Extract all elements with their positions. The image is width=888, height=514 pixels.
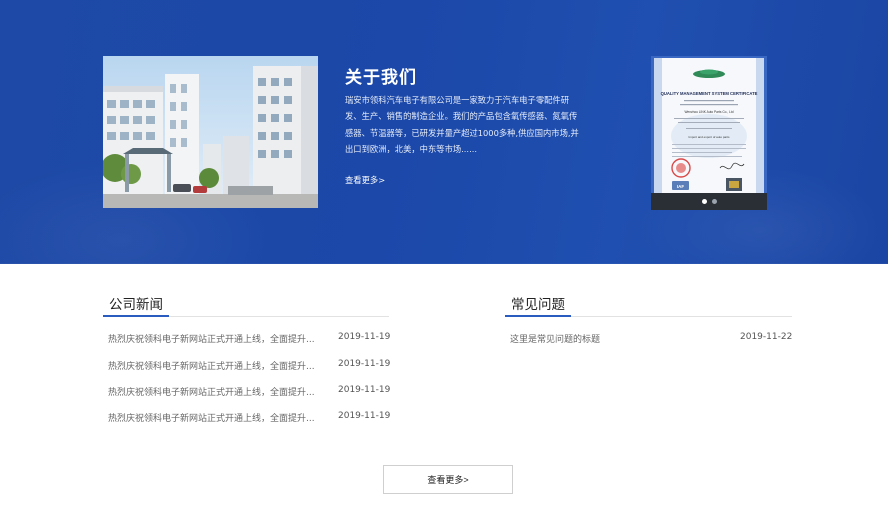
news-item[interactable]: 热烈庆祝领科电子新网站正式开通上线，全面提升... 2019-11-19 [108, 385, 390, 401]
news-item-date: 2019-11-19 [338, 359, 391, 369]
news-item-date: 2019-11-19 [338, 332, 391, 342]
news-item[interactable]: 热烈庆祝领科电子新网站正式开通上线，全面提升... 2019-11-19 [108, 359, 390, 375]
faq-item-title[interactable]: 这里是常见问题的标题 [510, 332, 600, 345]
certificate-image: QUALITY MANAGEMENT SYSTEM CERTIFICATE We… [654, 58, 764, 193]
company-building-photo [103, 56, 318, 208]
news-item-title[interactable]: 热烈庆祝领科电子新网站正式开通上线，全面提升... [108, 359, 315, 372]
about-section: 关于我们 瑞安市领科汽车电子有限公司是一家致力于汽车电子零配件研发、生产、销售的… [0, 0, 888, 264]
news-item-date: 2019-11-19 [338, 411, 391, 421]
news-item-title[interactable]: 热烈庆祝领科电子新网站正式开通上线，全面提升... [108, 332, 315, 345]
slider-pagination [651, 193, 767, 210]
about-more-link[interactable]: 查看更多> [345, 174, 385, 186]
faq-item[interactable]: 这里是常见问题的标题 2019-11-22 [510, 332, 793, 348]
news-item-title[interactable]: 热烈庆祝领科电子新网站正式开通上线，全面提升... [108, 385, 315, 398]
slider-dot[interactable] [711, 199, 717, 204]
news-item-date: 2019-11-19 [338, 385, 391, 395]
faq-section-header: 常见问题 [505, 293, 792, 317]
slider-dot-active[interactable] [701, 199, 707, 204]
certificate-heading: QUALITY MANAGEMENT SYSTEM CERTIFICATE [661, 91, 758, 96]
certificate-slider[interactable]: QUALITY MANAGEMENT SYSTEM CERTIFICATE We… [651, 56, 767, 210]
certificate-scope: Import and export of auto parts [688, 135, 730, 139]
news-item[interactable]: 热烈庆祝领科电子新网站正式开通上线，全面提升... 2019-11-19 [108, 411, 390, 427]
certificate-accreditation: IAF [677, 184, 685, 189]
news-item[interactable]: 热烈庆祝领科电子新网站正式开通上线，全面提升... 2019-11-19 [108, 332, 390, 348]
certificate-company: Wenzhou LINK Auto Parts Co., Ltd [684, 110, 733, 114]
news-item-title[interactable]: 热烈庆祝领科电子新网站正式开通上线，全面提升... [108, 411, 315, 424]
news-section-header: 公司新闻 [103, 293, 389, 317]
faq-item-date: 2019-11-22 [740, 332, 793, 342]
faq-section-title: 常见问题 [505, 293, 571, 317]
about-description: 瑞安市领科汽车电子有限公司是一家致力于汽车电子零配件研发、生产、销售的制造企业。… [345, 95, 579, 155]
view-more-button[interactable]: 查看更多> [383, 465, 513, 494]
about-title: 关于我们 [345, 68, 417, 88]
news-section-title: 公司新闻 [103, 293, 169, 317]
